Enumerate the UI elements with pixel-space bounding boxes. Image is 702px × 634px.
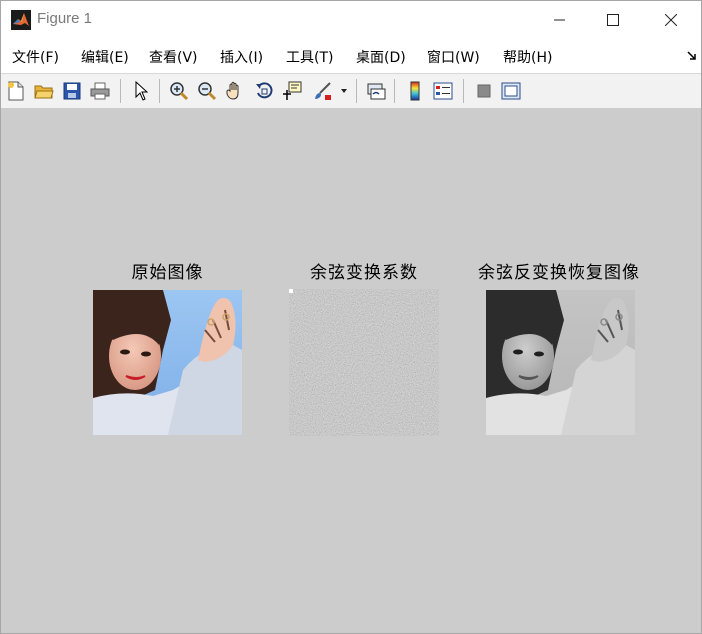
original-image xyxy=(93,290,242,435)
close-icon xyxy=(665,14,677,26)
dct-coefficients-image xyxy=(289,289,439,436)
window-title: Figure 1 xyxy=(37,10,93,27)
toolbar-separator xyxy=(463,79,464,103)
close-button[interactable] xyxy=(645,1,697,39)
insert-colorbar-button[interactable] xyxy=(403,79,427,103)
brush-icon xyxy=(315,82,331,100)
show-plot-tools-button[interactable] xyxy=(499,79,523,103)
menu-file[interactable]: 文件(F) xyxy=(12,47,59,67)
menu-view[interactable]: 查看(V) xyxy=(149,47,198,67)
show-plot-tools-icon xyxy=(501,82,521,100)
menu-edit[interactable]: 编辑(E) xyxy=(81,47,129,67)
menu-insert[interactable]: 插入(I) xyxy=(220,47,263,67)
hide-plot-tools-icon xyxy=(477,84,491,98)
menu-window[interactable]: 窗口(W) xyxy=(427,47,480,67)
new-file-icon xyxy=(8,81,24,101)
new-figure-button[interactable] xyxy=(4,79,28,103)
axes-title-original: 原始图像 xyxy=(131,263,204,283)
toolbar-separator xyxy=(120,79,121,103)
zoom-out-button[interactable] xyxy=(195,79,219,103)
zoom-in-button[interactable] xyxy=(167,79,191,103)
rotate-3d-button[interactable] xyxy=(252,79,276,103)
reconstructed-image xyxy=(486,290,635,435)
zoom-in-icon xyxy=(170,82,189,101)
dock-arrow-icon[interactable] xyxy=(687,51,697,61)
figure-toolbar xyxy=(1,73,701,109)
brush-dropdown-button[interactable] xyxy=(337,79,351,103)
minimize-button[interactable] xyxy=(534,1,586,39)
maximize-icon xyxy=(607,14,619,26)
data-cursor-button[interactable] xyxy=(280,79,304,103)
hand-icon xyxy=(226,81,239,100)
maximize-button[interactable] xyxy=(587,1,639,39)
menu-help[interactable]: 帮助(H) xyxy=(503,47,552,67)
figure-canvas[interactable]: 原始图像 余弦变换系数 余弦反变换恢复图像 xyxy=(1,108,701,633)
colorbar-icon xyxy=(410,81,420,101)
zoom-out-icon xyxy=(198,82,217,101)
link-plot-icon xyxy=(367,83,386,100)
toolbar-separator xyxy=(394,79,395,103)
open-folder-icon xyxy=(34,85,54,99)
edit-plot-button[interactable] xyxy=(129,79,153,103)
link-plot-button[interactable] xyxy=(364,79,388,103)
arrow-cursor-icon xyxy=(135,81,148,101)
print-figure-button[interactable] xyxy=(88,79,112,103)
printer-icon xyxy=(90,82,110,100)
title-bar[interactable]: Figure 1 xyxy=(1,1,701,39)
pan-button[interactable] xyxy=(223,79,247,103)
hide-plot-tools-button[interactable] xyxy=(472,79,496,103)
data-cursor-icon xyxy=(283,81,302,100)
menu-tools[interactable]: 工具(T) xyxy=(286,47,333,67)
brush-button[interactable] xyxy=(311,79,335,103)
menu-desktop[interactable]: 桌面(D) xyxy=(356,47,406,67)
matlab-logo-icon xyxy=(11,10,31,30)
save-figure-button[interactable] xyxy=(60,79,84,103)
figure-window: Figure 1 文件(F) 编辑(E) 查看(V) 插入(I) 工具(T) 桌… xyxy=(0,0,702,634)
toolbar-separator xyxy=(356,79,357,103)
axes-title-reconstructed: 余弦反变换恢复图像 xyxy=(478,263,640,283)
save-icon xyxy=(63,82,81,100)
open-file-button[interactable] xyxy=(32,79,56,103)
toolbar-separator xyxy=(159,79,160,103)
insert-legend-button[interactable] xyxy=(431,79,455,103)
rotate-3d-icon xyxy=(256,82,273,99)
menu-bar: 文件(F) 编辑(E) 查看(V) 插入(I) 工具(T) 桌面(D) 窗口(W… xyxy=(1,39,701,73)
axes-title-dct: 余弦变换系数 xyxy=(310,263,418,283)
dropdown-arrow-icon xyxy=(341,89,347,93)
minimize-icon xyxy=(554,19,565,21)
legend-icon xyxy=(433,82,453,100)
